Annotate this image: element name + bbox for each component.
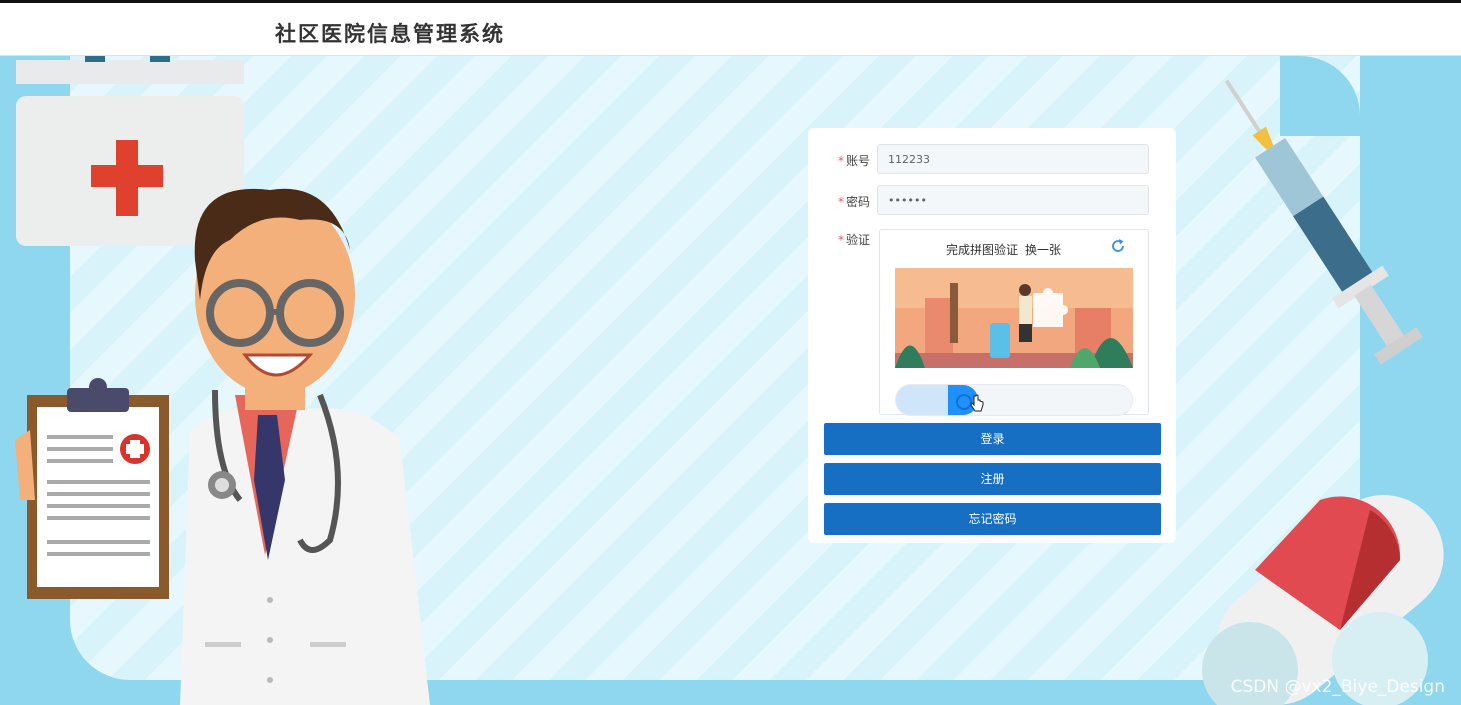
captcha-header: 完成拼图验证 换一张 <box>946 241 1068 258</box>
watermark-text: CSDN @vx2_Biye_Design <box>1230 677 1445 697</box>
forgot-password-button[interactable]: 忘记密码 <box>824 503 1161 535</box>
captcha-prompt: 完成拼图验证 <box>946 243 1019 257</box>
account-label: * 账号 <box>837 154 870 168</box>
hand-cursor-icon <box>970 394 984 412</box>
register-button[interactable]: 注册 <box>824 463 1161 495</box>
captcha-slider[interactable] <box>895 384 1133 416</box>
app-title: 社区医院信息管理系统 <box>275 22 505 46</box>
captcha-box: 完成拼图验证 换一张 <box>879 229 1149 416</box>
top-bar: 社区医院信息管理系统 <box>0 0 1461 56</box>
puzzle-image <box>895 268 1133 368</box>
password-input[interactable] <box>877 185 1149 215</box>
account-input[interactable] <box>877 144 1149 174</box>
change-captcha-link[interactable]: 换一张 <box>1025 243 1061 257</box>
verify-label: * 验证 <box>837 233 870 247</box>
login-panel: *账号 *密码 *验证 完成拼图验证换一张 <box>808 128 1176 543</box>
refresh-icon[interactable] <box>1110 238 1126 254</box>
password-label: * 密码 <box>837 195 870 209</box>
login-button[interactable]: 登录 <box>824 423 1161 455</box>
